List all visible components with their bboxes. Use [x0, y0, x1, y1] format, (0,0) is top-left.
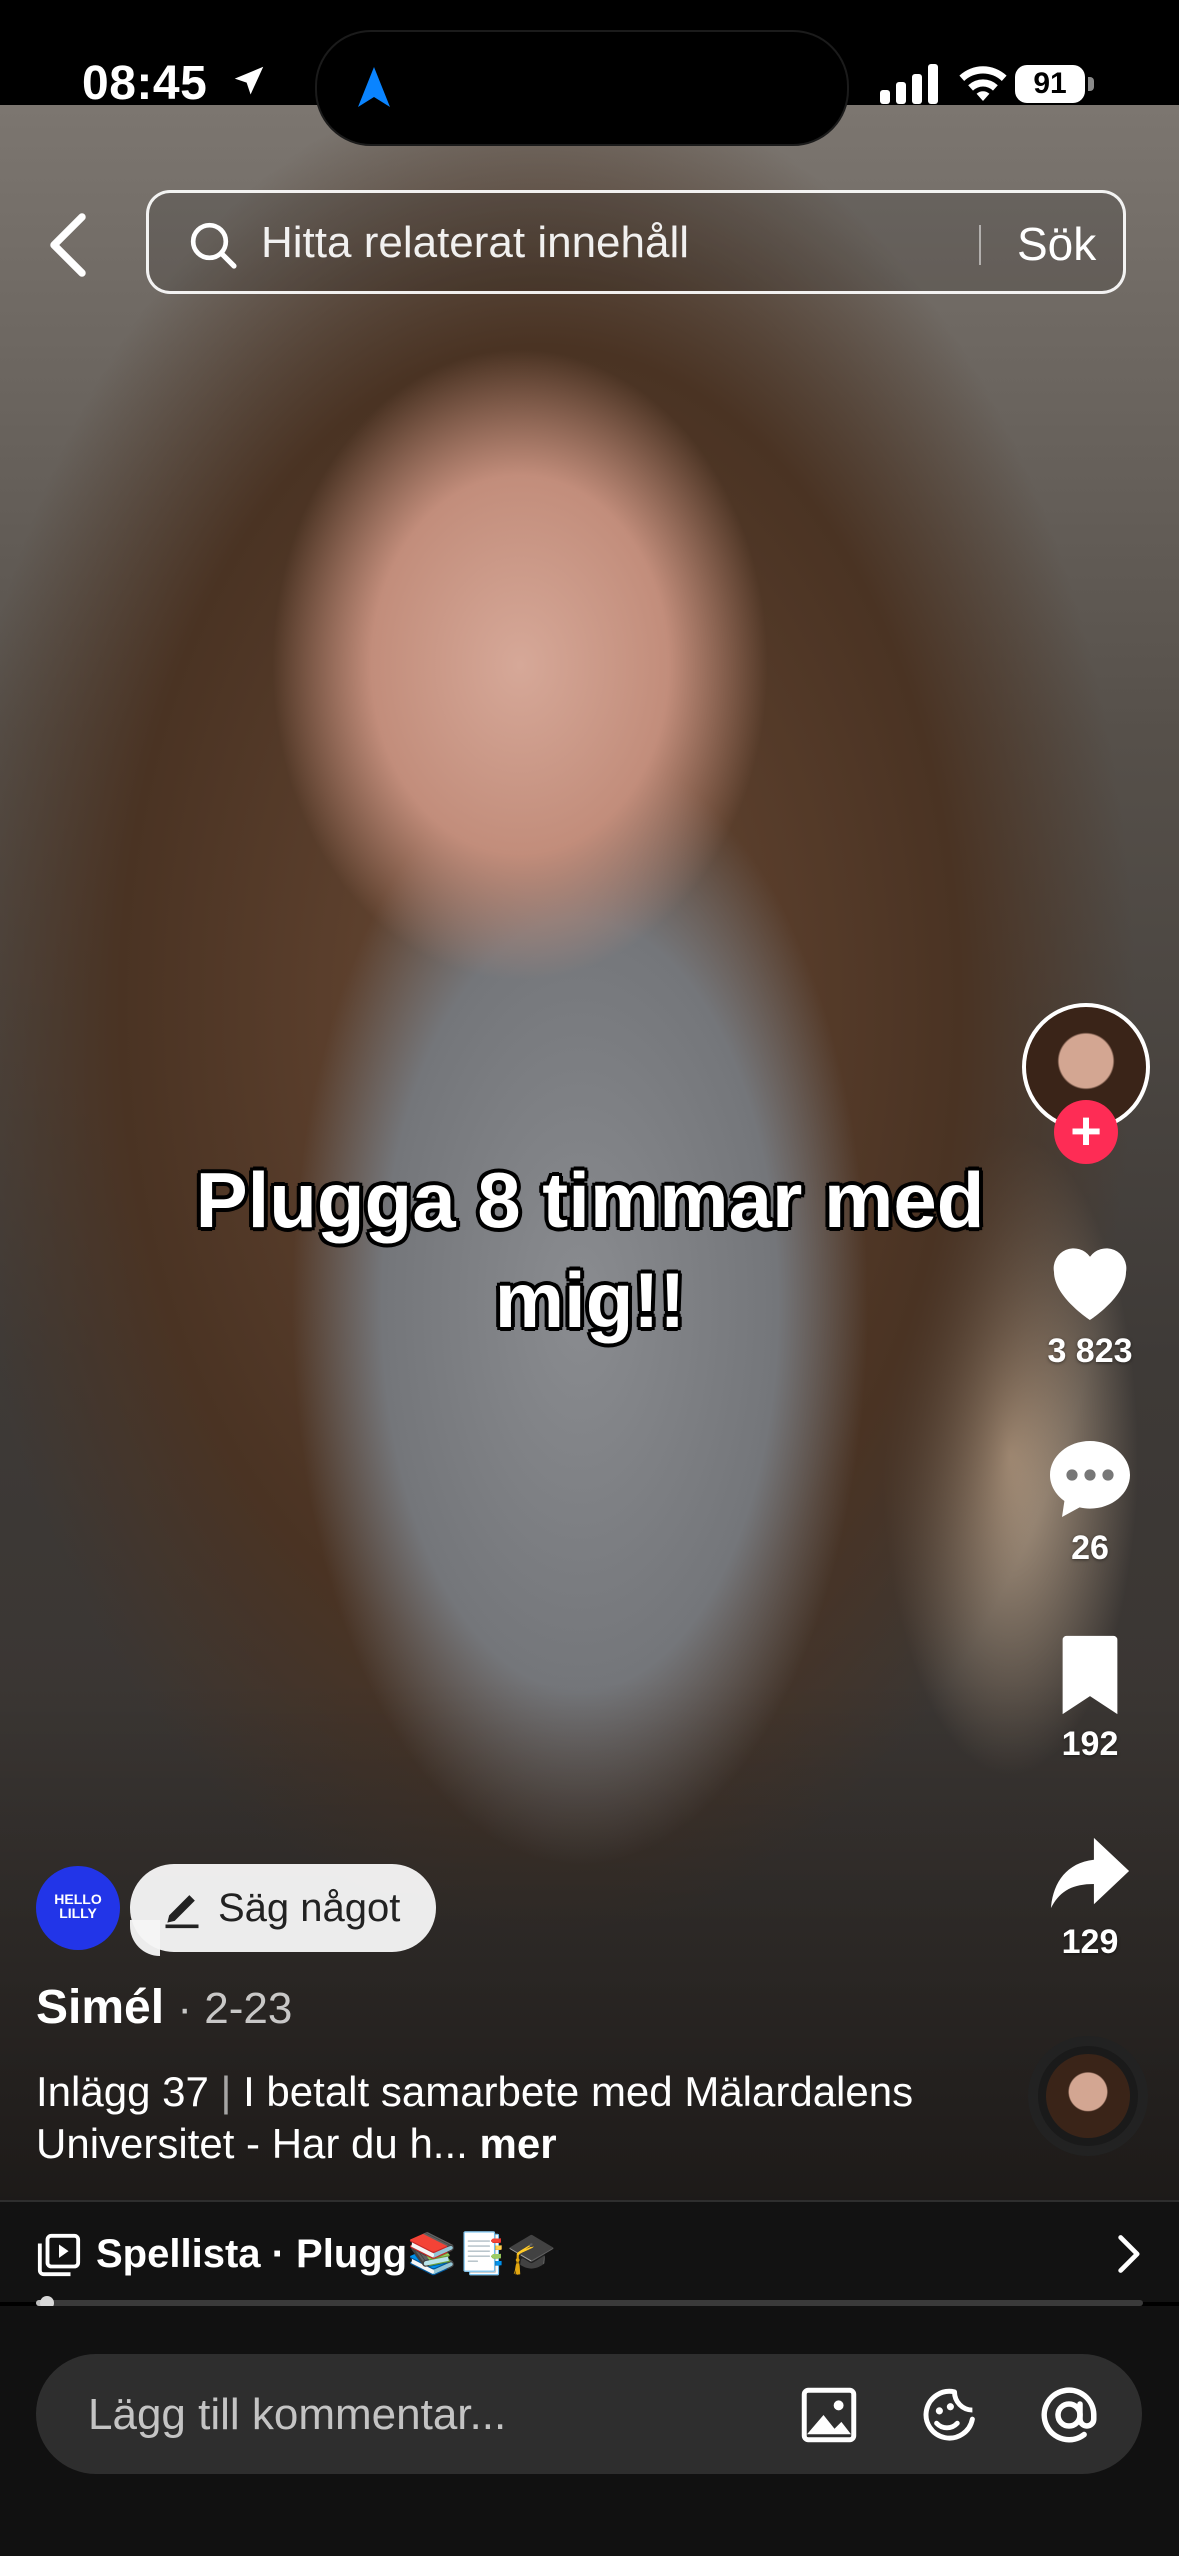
at-icon[interactable]: [1036, 2382, 1102, 2448]
search-input[interactable]: [261, 215, 1081, 271]
share-arrow-icon: [1050, 1837, 1130, 1909]
posts-count: Inlägg 37: [36, 2068, 209, 2115]
comment-count: 26: [1071, 1529, 1109, 1567]
search-button[interactable]: Sök: [1017, 217, 1096, 271]
wifi-icon: [959, 66, 1007, 101]
more-link[interactable]: mer: [479, 2120, 556, 2167]
chevron-left-icon[interactable]: [40, 210, 96, 280]
battery-indicator: 91: [1015, 65, 1095, 105]
heart-icon: [1053, 1248, 1127, 1320]
playlist-icon: [37, 2233, 81, 2277]
author-line: Simél · 2-23: [36, 1980, 292, 2035]
save-count: 192: [1061, 1725, 1119, 1763]
status-time: 08:45: [82, 57, 208, 110]
video-description[interactable]: Inlägg 37 | I betalt samarbete med Mälar…: [36, 2066, 1016, 2170]
chevron-right-icon: [1118, 2235, 1140, 2273]
description-separator: |: [220, 2068, 232, 2115]
save-button[interactable]: 192: [1030, 1632, 1150, 1764]
comment-bubble-icon: [1050, 1441, 1130, 1517]
status-bar: 08:45 91: [0, 0, 1179, 146]
playlist-label: Spellista · Plugg📚📑🎓: [96, 2232, 557, 2276]
cellular-signal-icon: [880, 64, 938, 104]
say-something-button[interactable]: Säg något: [130, 1864, 436, 1952]
share-count: 129: [1061, 1923, 1119, 1961]
search-divider: [979, 225, 981, 265]
brand-logo[interactable]: HELLO LILLY: [36, 1866, 120, 1950]
bookmark-icon: [1062, 1635, 1118, 1715]
location-arrow-icon: [234, 66, 264, 95]
post-date: · 2-23: [177, 1984, 293, 2033]
comment-box[interactable]: [36, 2354, 1142, 2474]
author-name[interactable]: Simél: [36, 1981, 164, 2034]
like-button[interactable]: 3 823: [1030, 1235, 1150, 1371]
search-bar[interactable]: Sök: [146, 190, 1126, 294]
music-disc[interactable]: [1028, 2036, 1148, 2156]
battery-tip: [1088, 77, 1094, 91]
comment-bar: [0, 2306, 1179, 2556]
battery-level: 91: [1015, 65, 1085, 103]
search-icon: [190, 222, 237, 269]
music-disc-avatar: [1046, 2054, 1130, 2138]
comment-button[interactable]: 26: [1030, 1432, 1150, 1568]
follow-button[interactable]: +: [1054, 1100, 1118, 1164]
pencil-icon: [165, 1895, 199, 1929]
comment-input[interactable]: [86, 2386, 790, 2444]
share-button[interactable]: 129: [1030, 1830, 1150, 1962]
navigation-arrow-icon: [358, 67, 390, 107]
playlist-bar[interactable]: Spellista · Plugg📚📑🎓: [0, 2200, 1179, 2302]
emoji-icon[interactable]: [916, 2382, 982, 2448]
say-something-label: Säg något: [218, 1886, 401, 1930]
like-count: 3 823: [1047, 1332, 1133, 1370]
image-icon[interactable]: [796, 2382, 862, 2448]
video-text-overlay: Plugga 8 timmar med mig!!: [195, 1156, 985, 1344]
